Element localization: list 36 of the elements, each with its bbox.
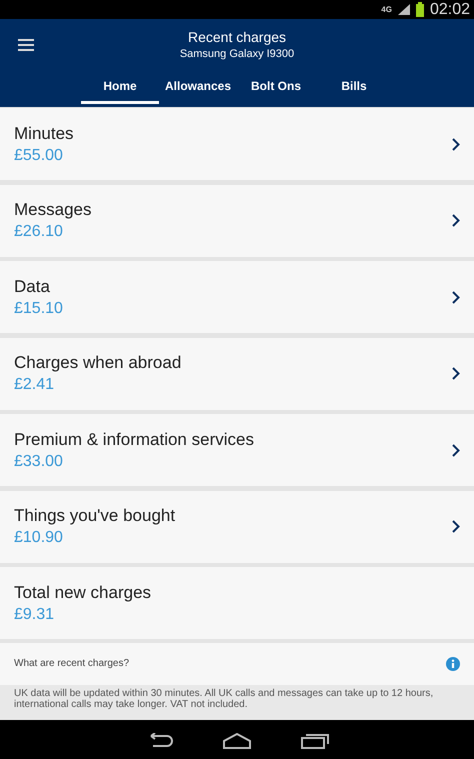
clock: 02:02 — [430, 0, 470, 18]
tab[interactable]: Home — [81, 79, 159, 104]
charge-amount: £2.41 — [14, 376, 56, 394]
info-icon[interactable] — [446, 656, 460, 670]
charge-amount: £33.00 — [14, 452, 64, 470]
charge-name: Total new charges — [14, 582, 152, 602]
charge-row[interactable]: Things you've bought £10.90 — [0, 490, 474, 562]
charge-amount: £55.00 — [14, 146, 64, 164]
info-link[interactable]: What are recent charges? — [14, 658, 130, 669]
charge-amount: £15.10 — [14, 300, 63, 318]
charge-name: Data — [14, 276, 51, 296]
screen-title: Recent charges — [188, 29, 286, 45]
charge-row[interactable]: Messages £26.10 — [0, 184, 474, 256]
charge-row[interactable]: Data £15.10 — [0, 261, 474, 333]
charge-name: Charges when abroad — [14, 353, 182, 373]
charge-row[interactable]: Charges when abroad £2.41 — [0, 338, 474, 410]
device-name: Samsung Galaxy I9300 — [180, 48, 294, 60]
charge-name: Premium & information services — [14, 430, 254, 450]
tab[interactable]: Bolt Ons — [237, 79, 315, 104]
charge-name: Things you've bought — [14, 506, 176, 526]
tab[interactable]: Bills — [315, 79, 393, 104]
battery-icon — [416, 2, 424, 17]
signal-icon — [398, 4, 410, 15]
footnote: UK data will be updated within 30 minutes. All UK calls and messages can take up to 12 hours, international calls may take longer. VAT not included. — [0, 684, 474, 720]
charge-row[interactable]: Premium & information services £33.00 — [0, 414, 474, 486]
charge-name: Messages — [14, 200, 92, 220]
network-type: 4G — [381, 5, 392, 14]
menu-icon[interactable] — [18, 39, 34, 51]
charge-row[interactable]: Minutes £55.00 — [0, 108, 474, 180]
charge-amount: £10.90 — [14, 529, 64, 547]
charge-amount: £9.31 — [14, 606, 56, 624]
tab[interactable]: Allowances — [159, 79, 237, 104]
charge-amount: £26.10 — [14, 223, 64, 241]
charge-name: Minutes — [14, 124, 74, 144]
recent-apps-icon[interactable] — [301, 732, 329, 749]
home-icon[interactable] — [223, 732, 251, 749]
